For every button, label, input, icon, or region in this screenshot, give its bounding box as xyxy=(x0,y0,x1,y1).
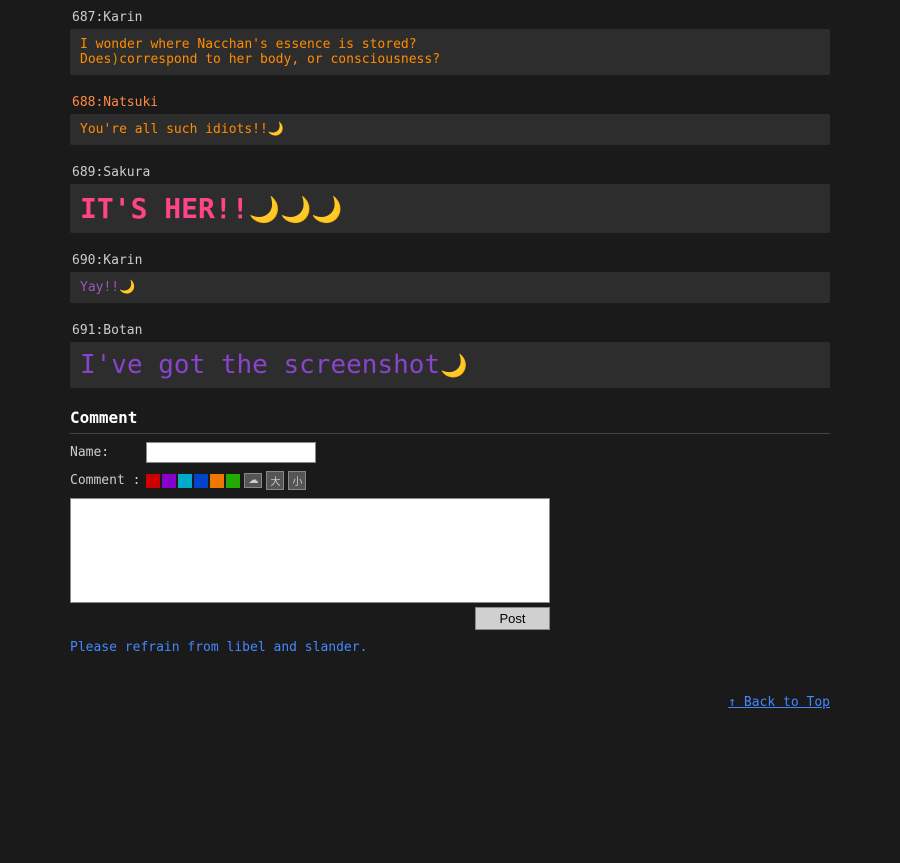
text-689: IT'S HER!!🌙🌙🌙 xyxy=(70,184,830,233)
text-690: Yay!!🌙 xyxy=(70,272,830,303)
comment-form: Comment Name: Comment : ☁ 大 小 Post xyxy=(70,408,830,655)
color-red-button[interactable] xyxy=(146,474,160,488)
post-button[interactable]: Post xyxy=(475,607,550,630)
misc-button-1[interactable]: ☁ xyxy=(244,473,262,488)
page-wrapper: 687:Karin I wonder where Nacchan's essen… xyxy=(0,0,900,750)
emoji-687: ) xyxy=(111,52,119,67)
msg-687: I wonder where Nacchan's essence is stor… xyxy=(80,37,440,67)
author-689: 689:Sakura xyxy=(70,165,830,180)
msg-688: You're all such idiots!!🌙 xyxy=(80,122,284,137)
textarea-wrapper: Post xyxy=(70,498,550,630)
warning-text: Please refrain from libel and slander. xyxy=(70,640,830,655)
emoji-689: 🌙🌙🌙 xyxy=(249,195,343,224)
name-input[interactable] xyxy=(146,442,316,463)
comment-690: 690:Karin Yay!!🌙 xyxy=(70,253,830,303)
author-688: 688:Natsuki xyxy=(70,95,830,110)
color-green-button[interactable] xyxy=(226,474,240,488)
color-cyan-button[interactable] xyxy=(178,474,192,488)
name-label: Name: xyxy=(70,445,140,460)
comment-textarea[interactable] xyxy=(70,498,550,603)
color-buttons: ☁ 大 小 xyxy=(146,471,306,490)
comment-label-row: Comment : ☁ 大 小 xyxy=(70,471,830,490)
comment-688: 688:Natsuki You're all such idiots!!🌙 xyxy=(70,95,830,145)
author-691: 691:Botan xyxy=(70,323,830,338)
msg-691: I've got the screenshot🌙 xyxy=(80,350,468,380)
back-to-top-link[interactable]: ↑ Back to Top xyxy=(728,695,830,710)
misc-button-2[interactable]: 大 xyxy=(266,471,284,490)
msg-690: Yay!!🌙 xyxy=(80,280,135,295)
comment-687: 687:Karin I wonder where Nacchan's essen… xyxy=(70,10,830,75)
msg-689: IT'S HER!!🌙🌙🌙 xyxy=(80,192,343,225)
comment-689: 689:Sakura IT'S HER!!🌙🌙🌙 xyxy=(70,165,830,233)
color-orange-button[interactable] xyxy=(210,474,224,488)
comment-label: Comment : xyxy=(70,473,140,488)
name-row: Name: xyxy=(70,442,830,463)
emoji-688: 🌙 xyxy=(268,122,284,137)
misc-button-3[interactable]: 小 xyxy=(288,471,306,490)
text-691: I've got the screenshot🌙 xyxy=(70,342,830,388)
author-690: 690:Karin xyxy=(70,253,830,268)
back-to-top: ↑ Back to Top xyxy=(70,695,830,710)
emoji-691: 🌙 xyxy=(440,353,468,379)
text-688: You're all such idiots!!🌙 xyxy=(70,114,830,145)
emoji-690: 🌙 xyxy=(119,280,135,295)
comment-691: 691:Botan I've got the screenshot🌙 xyxy=(70,323,830,388)
color-purple-button[interactable] xyxy=(162,474,176,488)
color-blue-button[interactable] xyxy=(194,474,208,488)
author-687: 687:Karin xyxy=(70,10,830,25)
text-687: I wonder where Nacchan's essence is stor… xyxy=(70,29,830,75)
form-title: Comment xyxy=(70,408,830,434)
